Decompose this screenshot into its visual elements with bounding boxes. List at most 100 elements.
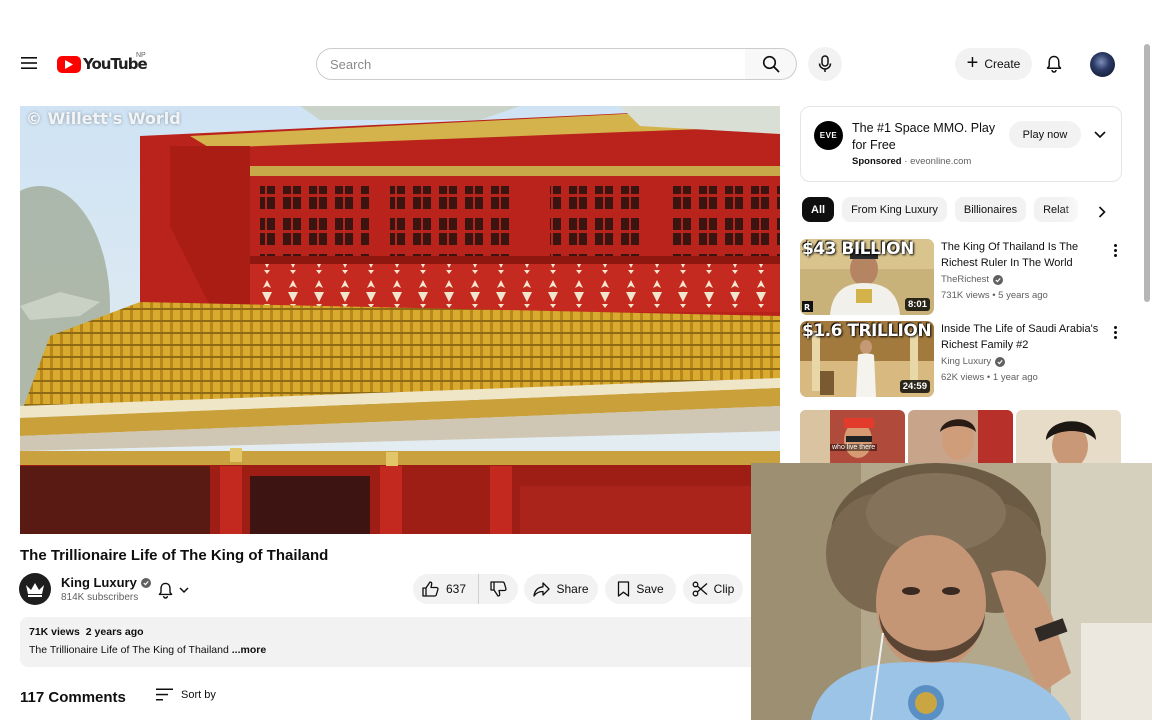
ad-sponsor-line: Sponsored · eveonline.com xyxy=(852,156,971,167)
sort-label: Sort by xyxy=(181,688,216,701)
video-stats: 62K views • 1 year ago xyxy=(941,372,1038,383)
channel-name: King Luxury xyxy=(941,356,992,367)
channel-name-link[interactable]: King Luxury xyxy=(61,575,151,590)
sponsored-ad-card: EVE The #1 Space MMO. Play for Free Spon… xyxy=(800,106,1122,182)
video-duration: 8:01 xyxy=(904,298,930,311)
more-vert-icon[interactable] xyxy=(1109,241,1121,259)
save-button[interactable]: Save xyxy=(605,574,676,604)
subscriber-count: 814K subscribers xyxy=(61,592,139,603)
share-button[interactable]: Share xyxy=(524,574,598,604)
create-button[interactable]: + Create xyxy=(955,48,1032,80)
plus-icon: + xyxy=(966,52,979,74)
share-icon xyxy=(533,581,551,597)
ad-domain: eveonline.com xyxy=(910,156,972,167)
like-button[interactable]: 637 xyxy=(413,574,479,604)
short-image xyxy=(800,410,905,464)
chips-next-button[interactable] xyxy=(1093,203,1111,221)
dislike-button[interactable] xyxy=(479,574,518,604)
like-count: 637 xyxy=(446,582,467,596)
description-meta: 71K views 2 years ago xyxy=(29,626,771,638)
search-button[interactable] xyxy=(745,48,797,80)
upload-age: 2 years ago xyxy=(85,626,144,638)
chevron-right-icon xyxy=(1098,206,1106,218)
video-title: The Trillionaire Life of The King of Tha… xyxy=(20,547,329,564)
short-image xyxy=(1016,410,1121,464)
short-image xyxy=(908,410,1013,464)
notifications-button[interactable] xyxy=(1040,50,1068,78)
video-title[interactable]: Inside The Life of Saudi Arabia's Riches… xyxy=(941,321,1111,353)
short-thumbnail[interactable] xyxy=(1016,410,1121,464)
comments-count: 117 Comments xyxy=(20,689,126,706)
video-frame xyxy=(20,106,780,534)
youtube-logo[interactable]: YouTube NP xyxy=(57,52,148,74)
clip-label: Clip xyxy=(713,582,735,596)
more-vert-icon[interactable] xyxy=(1109,323,1121,341)
like-dislike-group: 637 xyxy=(413,574,518,604)
chip-billionaires[interactable]: Billionaires xyxy=(954,197,1027,222)
crown-icon xyxy=(26,583,44,597)
advertiser-logo[interactable]: EVE xyxy=(814,121,843,150)
short-thumbnail[interactable]: who live there xyxy=(800,410,905,464)
mic-icon xyxy=(818,55,832,72)
verified-icon xyxy=(995,356,1006,367)
bell-icon xyxy=(1046,55,1062,73)
shorts-row: who live there xyxy=(800,410,1122,464)
page-scrollbar[interactable] xyxy=(1144,44,1150,302)
masthead: YouTube NP + Create xyxy=(0,0,1152,100)
create-label: Create xyxy=(984,57,1021,71)
channel-name: King Luxury xyxy=(61,575,137,590)
channel-avatar[interactable] xyxy=(19,573,51,605)
clip-button[interactable]: Clip xyxy=(683,574,743,604)
video-player[interactable]: © Willett's World xyxy=(20,106,780,534)
voice-search-button[interactable] xyxy=(808,47,842,81)
menu-icon xyxy=(21,57,37,69)
clip-icon xyxy=(692,581,708,597)
description-more-link[interactable]: ...more xyxy=(232,644,266,656)
video-duration: 24:59 xyxy=(899,380,930,393)
dislike-icon xyxy=(490,581,507,597)
ad-expand-button[interactable] xyxy=(1091,126,1109,144)
subscription-notifications-button[interactable] xyxy=(150,576,196,604)
guide-menu-button[interactable] xyxy=(14,48,44,78)
description-text-row: The Trillionaire Life of The King of Tha… xyxy=(29,644,771,656)
thumbnail-caption: $43 BILLION xyxy=(802,239,914,259)
video-thumbnail[interactable]: R $43 BILLION 8:01 xyxy=(800,239,934,315)
search-input[interactable] xyxy=(330,56,745,72)
short-thumbnail[interactable] xyxy=(908,410,1013,464)
video-thumbnail[interactable]: $1.6 TRILLION 24:59 xyxy=(800,321,934,397)
country-code: NP xyxy=(136,52,146,59)
like-icon xyxy=(422,581,439,597)
search-icon xyxy=(762,55,779,73)
sponsored-label: Sponsored xyxy=(852,156,902,167)
search-box xyxy=(316,48,746,80)
chevron-down-icon xyxy=(178,586,189,593)
video-stats: 731K views • 5 years ago xyxy=(941,290,1048,301)
play-logo-icon xyxy=(57,55,81,73)
chip-from-channel[interactable]: From King Luxury xyxy=(842,197,947,222)
account-avatar[interactable] xyxy=(1090,52,1115,77)
sort-icon xyxy=(156,688,173,701)
webcam-overlay xyxy=(751,463,1152,720)
ad-title[interactable]: The #1 Space MMO. Play for Free xyxy=(852,120,1002,154)
recommended-video[interactable]: R $43 BILLION 8:01 The King Of Thailand … xyxy=(800,239,1122,315)
channel-name: TheRichest xyxy=(941,274,990,285)
view-count: 71K views xyxy=(29,626,80,638)
thumbnail-caption: $1.6 TRILLION xyxy=(802,321,932,341)
video-watermark: © Willett's World xyxy=(26,109,181,128)
share-label: Share xyxy=(556,582,589,596)
play-now-button[interactable]: Play now xyxy=(1009,121,1081,148)
webcam-feed xyxy=(751,463,1152,720)
bell-icon xyxy=(158,582,172,599)
description-box[interactable]: 71K views 2 years ago The Trillionaire L… xyxy=(20,617,780,667)
chip-all[interactable]: All xyxy=(802,197,835,222)
video-title[interactable]: The King Of Thailand Is The Richest Rule… xyxy=(941,239,1111,271)
chevron-down-icon xyxy=(1094,131,1106,139)
description-text: The Trillionaire Life of The King of Tha… xyxy=(29,644,229,656)
channel-line[interactable]: King Luxury xyxy=(941,356,1006,367)
channel-line[interactable]: TheRichest xyxy=(941,274,1004,285)
save-label: Save xyxy=(636,582,664,596)
chips-fade xyxy=(1060,196,1096,224)
short-caption: who live there xyxy=(830,444,878,451)
sort-comments-button[interactable]: Sort by xyxy=(156,688,216,701)
recommended-video[interactable]: $1.6 TRILLION 24:59 Inside The Life of S… xyxy=(800,321,1122,397)
